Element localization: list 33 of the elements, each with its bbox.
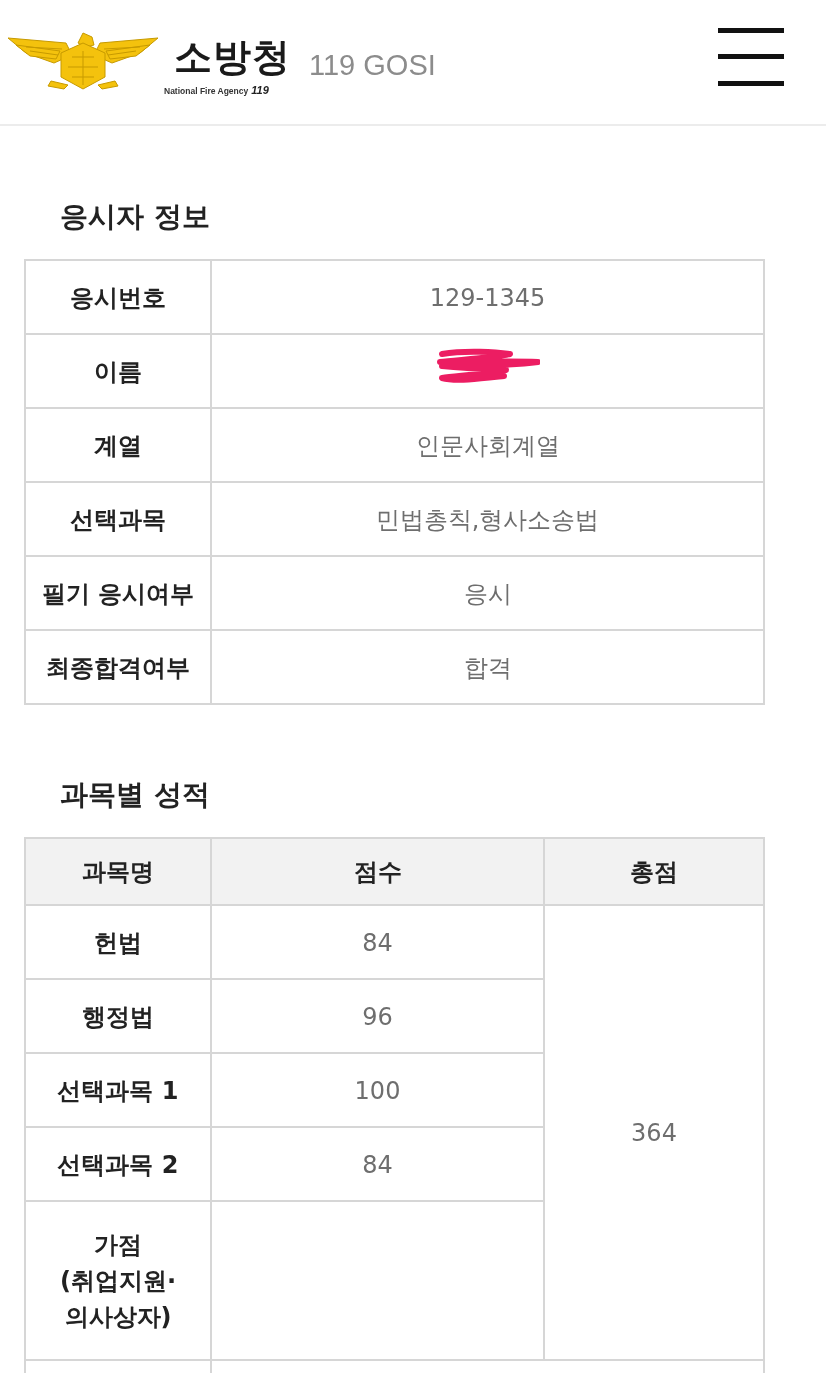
- field-label: 응시번호: [70, 282, 166, 314]
- subject-name: 선택과목 1: [57, 1075, 179, 1107]
- subject-score: 96: [362, 1001, 393, 1033]
- total-score: 364: [631, 1118, 677, 1149]
- subject-score: 100: [354, 1075, 401, 1107]
- field-value: 인문사회계열: [415, 430, 560, 462]
- field-label: 선택과목: [70, 504, 166, 536]
- site-title: 119 GOSI: [309, 48, 436, 82]
- column-header: 총점: [630, 856, 678, 888]
- subject-score: 84: [362, 927, 393, 959]
- subject-score: 84: [362, 1149, 393, 1181]
- column-header: 과목명: [82, 856, 154, 888]
- column-header: 점수: [353, 856, 402, 888]
- field-value: 응시: [463, 578, 512, 610]
- field-label: 최종합격여부: [46, 652, 190, 684]
- agency-english-name: National Fire Agency: [164, 85, 249, 96]
- subject-name: 가점 (취업지원· 의사상자): [59, 1229, 177, 1333]
- menu-button[interactable]: [718, 28, 784, 86]
- redaction-scribble-icon: [435, 348, 540, 384]
- menu-icon: [718, 28, 784, 86]
- subject-name: 행정법: [82, 1001, 154, 1033]
- field-label: 필기 응시여부: [41, 578, 195, 610]
- subject-name: 선택과목 2: [57, 1149, 179, 1181]
- field-label: 계열: [94, 430, 142, 462]
- agency-name: 소방청: [174, 38, 291, 76]
- section-title: 과목별 성적: [60, 777, 210, 813]
- field-value: 민법총칙,형사소송법: [375, 504, 600, 536]
- field-value: 합격: [463, 652, 512, 684]
- field-label: 이름: [94, 356, 142, 388]
- subject-name: 헌법: [94, 927, 142, 959]
- agency-mark: 119: [251, 85, 269, 96]
- field-value: 129-1345: [429, 282, 546, 314]
- section-title: 응시자 정보: [60, 199, 210, 235]
